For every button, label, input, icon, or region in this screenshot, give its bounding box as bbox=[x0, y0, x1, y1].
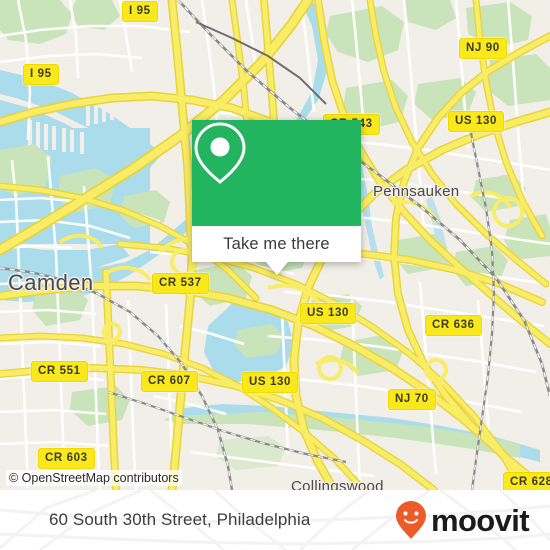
road-shield: CR 636 bbox=[425, 315, 482, 336]
road-shield: CR 537 bbox=[152, 273, 209, 294]
road-shield: US 130 bbox=[300, 303, 356, 324]
road-shield: I 95 bbox=[122, 1, 158, 22]
map-canvas[interactable]: Camden Pennsauken Collingswood I 95 I 95… bbox=[0, 0, 550, 490]
popup-image-panel bbox=[192, 120, 361, 226]
moovit-smiling-pin-logo bbox=[395, 501, 426, 539]
road-shield: CR 551 bbox=[31, 361, 88, 382]
road-shield: US 130 bbox=[242, 372, 298, 393]
road-shield: CR 607 bbox=[141, 371, 198, 392]
moovit-wordmark: moovit bbox=[430, 502, 530, 538]
road-shield: CR 628 bbox=[503, 472, 550, 490]
take-me-there-button[interactable]: Take me there bbox=[192, 226, 361, 262]
map-place-label: Collingswood bbox=[291, 478, 384, 490]
map-pin-icon bbox=[194, 122, 246, 184]
road-shield: NJ 70 bbox=[388, 389, 436, 410]
road-shield: US 130 bbox=[448, 111, 504, 132]
popup-tail-pointer bbox=[265, 262, 288, 275]
road-shield: I 95 bbox=[23, 64, 59, 85]
road-shield: NJ 90 bbox=[459, 38, 507, 59]
map-share-card: Camden Pennsauken Collingswood I 95 I 95… bbox=[0, 0, 550, 550]
moovit-logo[interactable]: moovit bbox=[395, 500, 530, 540]
address-label: 60 South 30th Street, Philadelphia bbox=[49, 510, 311, 529]
openstreetmap-attribution[interactable]: © OpenStreetMap contributors bbox=[6, 470, 182, 486]
map-place-label: Camden bbox=[8, 270, 94, 295]
location-popup-card[interactable]: Take me there bbox=[192, 120, 361, 275]
footer-bar: 60 South 30th Street, Philadelphia moovi… bbox=[0, 490, 550, 550]
map-place-label: Pennsauken bbox=[373, 183, 460, 200]
road-shield: CR 603 bbox=[38, 448, 95, 469]
